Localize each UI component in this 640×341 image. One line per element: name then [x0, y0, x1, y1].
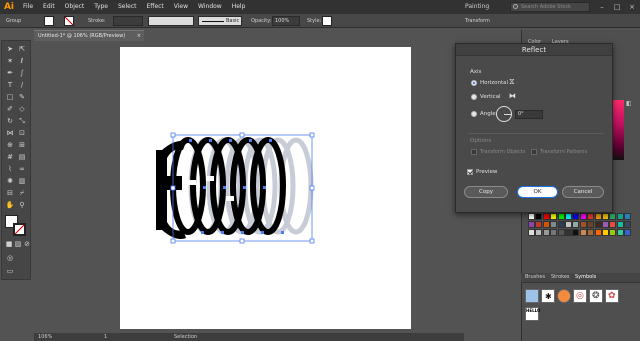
current-tool-status: Selection: [174, 334, 198, 340]
transform-objects-checkbox: [471, 149, 477, 155]
artboard-number[interactable]: 1: [104, 334, 107, 340]
vertical-label[interactable]: Vertical: [480, 93, 501, 101]
swatch-chip[interactable]: [616, 221, 624, 228]
swatch-chip[interactable]: [542, 221, 550, 228]
bottom-panel-tabs: Brushes Strokes Symbols: [521, 273, 640, 283]
brushes-tab[interactable]: Brushes: [525, 273, 545, 282]
swatch-chip[interactable]: [587, 229, 595, 236]
symbol-blue-banner[interactable]: [525, 289, 539, 303]
swatch-chip[interactable]: [594, 213, 602, 220]
symbols-panel: ✱ ◎ ❂ ✿ HELLO: [521, 285, 640, 333]
swatch-chip[interactable]: [535, 221, 543, 228]
swatch-chip[interactable]: [565, 221, 572, 228]
swatch-chip[interactable]: [535, 213, 543, 220]
swatch-chip[interactable]: [579, 213, 587, 220]
swatch-chip[interactable]: [572, 229, 580, 236]
illustrator-window: Ai File Edit Object Type Select Effect V…: [0, 0, 640, 341]
swatch-chip[interactable]: [528, 229, 535, 236]
symbol-hello[interactable]: HELLO: [525, 307, 540, 321]
status-bar: 106% 1 Selection: [34, 333, 464, 341]
swatch-chip[interactable]: [557, 221, 565, 228]
axis-label: Axis: [470, 69, 482, 75]
transform-patterns-checkbox: [531, 149, 537, 155]
symbol-floral[interactable]: ✿: [605, 289, 619, 303]
symbol-splat[interactable]: ✱: [541, 289, 555, 303]
swatch-chip[interactable]: [616, 229, 624, 236]
cancel-button[interactable]: Cancel: [562, 186, 604, 198]
swatch-chip[interactable]: [528, 221, 535, 228]
swatch-chip[interactable]: [594, 221, 602, 228]
symbol-ring[interactable]: ❂: [589, 289, 603, 303]
symbol-orange-badge[interactable]: [557, 289, 571, 303]
swatch-chip[interactable]: [528, 213, 535, 220]
angle-dial-icon[interactable]: [496, 106, 512, 122]
reflect-dialog: Reflect Axis Horizontal ⧖ Vertical ⧓ Ang…: [455, 43, 613, 213]
angle-label[interactable]: Angle:: [480, 110, 498, 118]
swatch-chip[interactable]: [624, 229, 632, 236]
symbols-tab[interactable]: Symbols: [575, 273, 596, 282]
color-spectrum[interactable]: [613, 100, 624, 160]
swatch-chip[interactable]: [557, 229, 565, 236]
vertical-radio[interactable]: [471, 94, 477, 100]
swatch-chip[interactable]: [594, 229, 602, 236]
swatch-chip[interactable]: [624, 213, 632, 220]
swatch-chip[interactable]: [609, 213, 617, 220]
swatch-chip[interactable]: [609, 229, 617, 236]
swatch-chip[interactable]: [616, 213, 624, 220]
swatch-chip[interactable]: [550, 221, 558, 228]
angle-radio[interactable]: [471, 111, 477, 117]
swatch-chip[interactable]: [565, 229, 572, 236]
dialog-title: Reflect: [456, 44, 612, 56]
swatches-grid[interactable]: [528, 213, 632, 259]
swatch-chip[interactable]: [587, 213, 595, 220]
horizontal-radio[interactable]: [471, 80, 477, 86]
swatch-chip[interactable]: [542, 213, 550, 220]
swatch-chip[interactable]: [624, 221, 632, 228]
swatch-chip[interactable]: [550, 229, 558, 236]
swatch-chip[interactable]: [602, 213, 609, 220]
options-label: Options: [470, 138, 492, 144]
swatch-chip[interactable]: [579, 229, 587, 236]
horizontal-axis-icon: ⧖: [509, 77, 515, 86]
swatch-chip[interactable]: [542, 229, 550, 236]
angle-input[interactable]: 0°: [515, 110, 543, 119]
symbol-stamp[interactable]: ◎: [573, 289, 587, 303]
swatch-chip[interactable]: [602, 221, 609, 228]
swatch-chip[interactable]: [579, 221, 587, 228]
dialog-divider: [468, 133, 604, 134]
preview-label[interactable]: Preview: [476, 168, 497, 176]
swatch-chip[interactable]: [535, 229, 543, 236]
transform-patterns-label: Transform Patterns: [540, 149, 588, 155]
swatch-chip[interactable]: [572, 213, 580, 220]
swatch-chip[interactable]: [587, 221, 595, 228]
transform-objects-label: Transform Objects: [480, 149, 526, 155]
swatch-chip[interactable]: [572, 221, 580, 228]
panel-icon-strip[interactable]: ◧: [626, 100, 632, 107]
vertical-axis-icon: ⧓: [509, 92, 516, 100]
swatch-chip[interactable]: [565, 213, 572, 220]
swatch-chip[interactable]: [609, 221, 617, 228]
swatch-chip[interactable]: [550, 213, 558, 220]
copy-button[interactable]: Copy: [464, 186, 508, 198]
strokes-tab[interactable]: Strokes: [551, 273, 570, 282]
swatch-chip[interactable]: [602, 229, 609, 236]
swatch-chip[interactable]: [557, 213, 565, 220]
preview-checkbox[interactable]: [467, 169, 473, 175]
zoom-level[interactable]: 106%: [38, 334, 52, 340]
horizontal-label[interactable]: Horizontal: [480, 79, 508, 87]
ok-button[interactable]: OK: [517, 186, 558, 198]
